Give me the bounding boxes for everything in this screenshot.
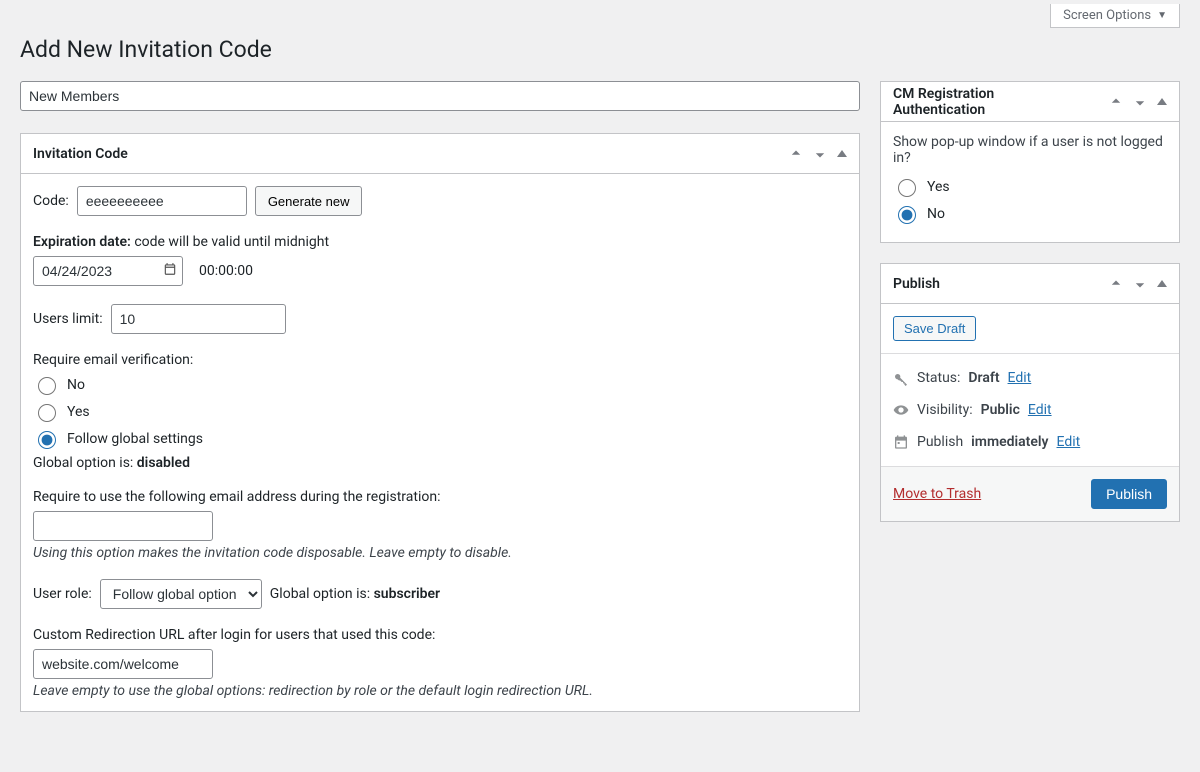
publish-button[interactable]: Publish (1091, 479, 1167, 509)
calendar-icon (893, 434, 909, 450)
code-label: Code: (33, 193, 69, 209)
email-verif-follow-label: Follow global settings (67, 431, 203, 447)
eye-icon (893, 402, 909, 418)
cm-yes-label: Yes (927, 179, 950, 195)
users-limit-label: Users limit: (33, 311, 103, 327)
email-verif-follow-radio[interactable] (38, 431, 56, 449)
cm-no-radio[interactable] (898, 206, 916, 224)
cm-registration-panel: CM Registration Authentication Show pop-… (880, 81, 1180, 243)
publish-panel: Publish Save Draft Status: Draft Edit (880, 263, 1180, 522)
screen-options-label: Screen Options (1063, 8, 1151, 23)
visibility-label: Visibility: (917, 402, 973, 418)
page-title: Add New Invitation Code (20, 36, 1180, 63)
users-limit-input[interactable] (111, 304, 286, 334)
move-down-icon[interactable] (1133, 277, 1147, 291)
invitation-code-panel-title: Invitation Code (33, 146, 128, 162)
user-role-label: User role: (33, 586, 92, 602)
visibility-value: Public (981, 402, 1020, 418)
custom-redir-label: Custom Redirection URL after login for u… (33, 627, 847, 643)
expiration-time: 00:00:00 (199, 263, 253, 279)
move-down-icon[interactable] (813, 147, 827, 161)
toggle-panel-icon[interactable] (837, 150, 847, 157)
email-verif-yes-label: Yes (67, 404, 90, 420)
email-verif-no-label: No (67, 377, 85, 393)
expiration-label: Expiration date: (33, 234, 131, 250)
expiration-note: code will be valid until midnight (134, 234, 329, 250)
email-verif-global-prefix: Global option is: (33, 455, 137, 471)
email-verif-yes-radio[interactable] (38, 404, 56, 422)
post-title-input[interactable] (20, 81, 860, 111)
email-verif-no-radio[interactable] (38, 377, 56, 395)
status-edit-link[interactable]: Edit (1008, 370, 1032, 386)
toggle-panel-icon[interactable] (1157, 280, 1167, 287)
status-value: Draft (968, 370, 999, 386)
screen-options-button[interactable]: Screen Options ▼ (1050, 4, 1180, 28)
move-up-icon[interactable] (789, 147, 803, 161)
key-icon (893, 370, 909, 386)
publish-panel-title: Publish (893, 276, 940, 292)
require-email-verif-label: Require email verification: (33, 352, 847, 368)
require-email-addr-label: Require to use the following email addre… (33, 489, 847, 505)
publish-schedule-label: Publish (917, 434, 963, 450)
require-email-addr-hint: Using this option makes the invitation c… (33, 545, 847, 561)
toggle-panel-icon[interactable] (1157, 98, 1167, 105)
code-input[interactable] (77, 186, 247, 216)
chevron-down-icon: ▼ (1157, 10, 1167, 21)
save-draft-button[interactable]: Save Draft (893, 316, 976, 341)
publish-schedule-edit-link[interactable]: Edit (1057, 434, 1081, 450)
generate-new-button[interactable]: Generate new (255, 186, 363, 216)
move-up-icon[interactable] (1109, 95, 1123, 109)
publish-schedule-value: immediately (971, 434, 1048, 450)
cm-yes-radio[interactable] (898, 179, 916, 197)
move-up-icon[interactable] (1109, 277, 1123, 291)
move-to-trash-link[interactable]: Move to Trash (893, 486, 981, 502)
status-label: Status: (917, 370, 960, 386)
user-role-global-prefix: Global option is: (270, 586, 374, 602)
user-role-select[interactable]: Follow global option (100, 579, 262, 609)
cm-question: Show pop-up window if a user is not logg… (893, 134, 1167, 166)
email-verif-global-value: disabled (137, 455, 190, 471)
move-down-icon[interactable] (1133, 95, 1147, 109)
custom-redir-input[interactable] (33, 649, 213, 679)
user-role-global-value: subscriber (374, 586, 441, 602)
cm-panel-title: CM Registration Authentication (893, 86, 1053, 118)
custom-redir-hint: Leave empty to use the global options: r… (33, 683, 847, 699)
require-email-addr-input[interactable] (33, 511, 213, 541)
cm-no-label: No (927, 206, 945, 222)
expiration-date-input[interactable] (33, 256, 183, 286)
visibility-edit-link[interactable]: Edit (1028, 402, 1052, 418)
invitation-code-panel: Invitation Code Code: Generate new Expir… (20, 133, 860, 712)
